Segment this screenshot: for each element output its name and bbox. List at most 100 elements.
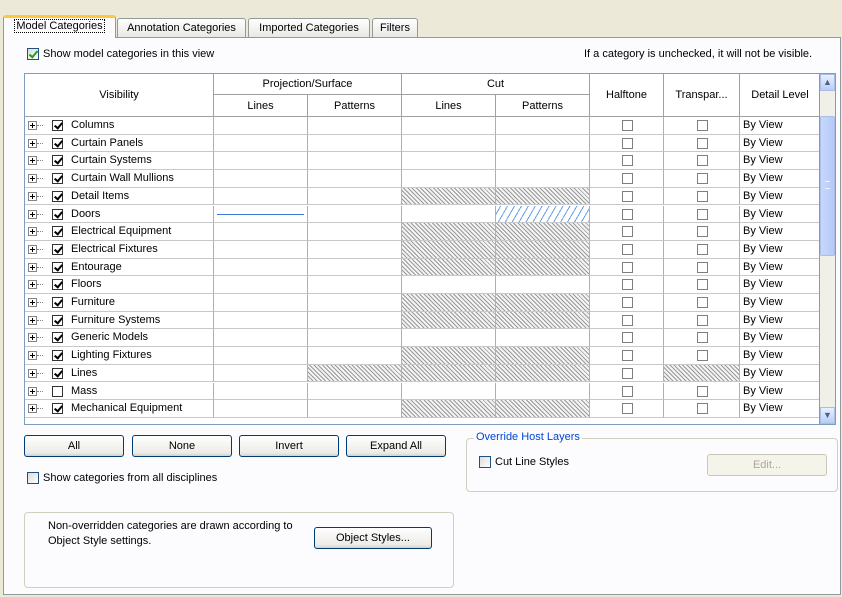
halftone-cell[interactable] (590, 258, 664, 277)
cut-lines-cell[interactable] (402, 258, 496, 277)
projection-lines-cell[interactable] (214, 400, 308, 418)
transparent-checkbox[interactable] (697, 243, 708, 255)
cut-lines-cell[interactable] (402, 223, 496, 241)
transparent-checkbox[interactable] (697, 173, 708, 185)
halftone-cell[interactable] (590, 382, 664, 401)
transparent-cell[interactable] (664, 311, 740, 330)
table-row[interactable]: Curtain Panels By View (25, 134, 819, 153)
transparent-checkbox[interactable] (697, 190, 708, 202)
tab-model-categories[interactable]: Model Categories (3, 15, 116, 38)
expand-icon[interactable] (28, 138, 37, 148)
halftone-cell[interactable] (590, 294, 664, 312)
detail-level-cell[interactable]: By View (740, 117, 819, 135)
category-visibility-checkbox[interactable] (52, 155, 63, 167)
transparent-cell[interactable] (664, 170, 740, 188)
table-row[interactable]: Floors By View (25, 276, 819, 294)
transparent-checkbox[interactable] (697, 332, 708, 344)
tab-filters[interactable]: Filters (372, 18, 418, 37)
cut-patterns-cell[interactable] (496, 311, 590, 330)
detail-level-cell[interactable]: By View (740, 383, 819, 401)
category-visibility-checkbox[interactable] (52, 120, 63, 131)
transparent-cell[interactable] (664, 364, 740, 383)
invert-button[interactable]: Invert (239, 435, 339, 457)
projection-patterns-cell[interactable] (308, 187, 402, 206)
grid-scrollbar[interactable]: ▲ ▼ (819, 73, 836, 425)
table-row[interactable]: Furniture Systems By View (25, 311, 819, 330)
transparent-cell[interactable] (664, 329, 740, 348)
detail-level-cell[interactable]: By View (740, 170, 819, 188)
halftone-checkbox[interactable] (622, 155, 633, 167)
category-visibility-checkbox[interactable] (52, 367, 63, 379)
projection-patterns-cell[interactable] (308, 400, 402, 418)
halftone-cell[interactable] (590, 240, 664, 259)
halftone-checkbox[interactable] (622, 297, 633, 308)
expand-icon[interactable] (28, 191, 37, 201)
table-row[interactable]: Electrical Fixtures By View (25, 240, 819, 259)
halftone-checkbox[interactable] (622, 403, 633, 415)
scroll-up-button[interactable]: ▲ (820, 74, 835, 91)
table-row[interactable]: Lines By View (25, 364, 819, 383)
cut-lines-cell[interactable] (402, 240, 496, 259)
transparent-checkbox[interactable] (697, 137, 708, 149)
edit-button[interactable]: Edit... (707, 454, 827, 476)
expand-icon[interactable] (28, 298, 37, 307)
transparent-cell[interactable] (664, 240, 740, 259)
category-visibility-checkbox[interactable] (52, 297, 63, 308)
detail-level-cell[interactable]: By View (740, 223, 819, 241)
expand-icon[interactable] (28, 262, 37, 272)
detail-level-cell[interactable]: By View (740, 329, 819, 348)
projection-lines-cell[interactable] (214, 382, 308, 401)
transparent-checkbox[interactable] (697, 120, 708, 131)
show-model-categories-checkbox[interactable] (27, 48, 39, 60)
transparent-cell[interactable] (664, 117, 740, 135)
scroll-down-button[interactable]: ▼ (820, 407, 835, 424)
cut-patterns-cell[interactable] (496, 170, 590, 188)
projection-lines-cell[interactable] (214, 294, 308, 312)
category-visibility-checkbox[interactable] (52, 243, 63, 255)
expand-icon[interactable] (28, 244, 37, 254)
expand-icon[interactable] (28, 174, 37, 184)
halftone-cell[interactable] (590, 152, 664, 171)
cut-patterns-cell[interactable] (496, 187, 590, 206)
detail-level-cell[interactable]: By View (740, 188, 819, 206)
transparent-checkbox[interactable] (697, 261, 708, 273)
projection-lines-cell[interactable] (214, 205, 308, 224)
projection-patterns-cell[interactable] (308, 170, 402, 188)
halftone-checkbox[interactable] (622, 208, 633, 220)
category-visibility-checkbox[interactable] (52, 226, 63, 238)
cut-lines-cell[interactable] (402, 329, 496, 348)
cut-lines-cell[interactable] (402, 170, 496, 188)
tab-annotation-categories[interactable]: Annotation Categories (117, 18, 246, 37)
table-row[interactable]: Lighting Fixtures By View (25, 347, 819, 365)
expand-icon[interactable] (28, 156, 37, 166)
projection-patterns-cell[interactable] (308, 240, 402, 259)
halftone-checkbox[interactable] (622, 137, 633, 149)
projection-lines-cell[interactable] (214, 276, 308, 294)
category-visibility-checkbox[interactable] (52, 208, 63, 220)
object-styles-button[interactable]: Object Styles... (314, 527, 432, 549)
cut-lines-cell[interactable] (402, 311, 496, 330)
projection-patterns-cell[interactable] (308, 205, 402, 224)
category-visibility-checkbox[interactable] (52, 137, 63, 149)
expand-icon[interactable] (28, 404, 37, 414)
all-button[interactable]: All (24, 435, 124, 457)
halftone-cell[interactable] (590, 223, 664, 241)
halftone-checkbox[interactable] (622, 332, 633, 344)
projection-patterns-cell[interactable] (308, 382, 402, 401)
cut-patterns-cell[interactable] (496, 382, 590, 401)
halftone-cell[interactable] (590, 205, 664, 224)
projection-lines-cell[interactable] (214, 364, 308, 383)
expand-icon[interactable] (28, 280, 37, 290)
transparent-cell[interactable] (664, 258, 740, 277)
projection-patterns-cell[interactable] (308, 364, 402, 383)
cut-lines-cell[interactable] (402, 364, 496, 383)
cut-lines-cell[interactable] (402, 152, 496, 171)
table-row[interactable]: Mechanical Equipment By View (25, 400, 819, 418)
transparent-checkbox[interactable] (697, 155, 708, 167)
cut-line-styles-checkbox[interactable] (479, 456, 491, 468)
detail-level-cell[interactable]: By View (740, 276, 819, 294)
cut-patterns-cell[interactable] (496, 134, 590, 153)
halftone-checkbox[interactable] (622, 120, 633, 131)
detail-level-cell[interactable]: By View (740, 400, 819, 418)
expand-icon[interactable] (28, 315, 37, 325)
